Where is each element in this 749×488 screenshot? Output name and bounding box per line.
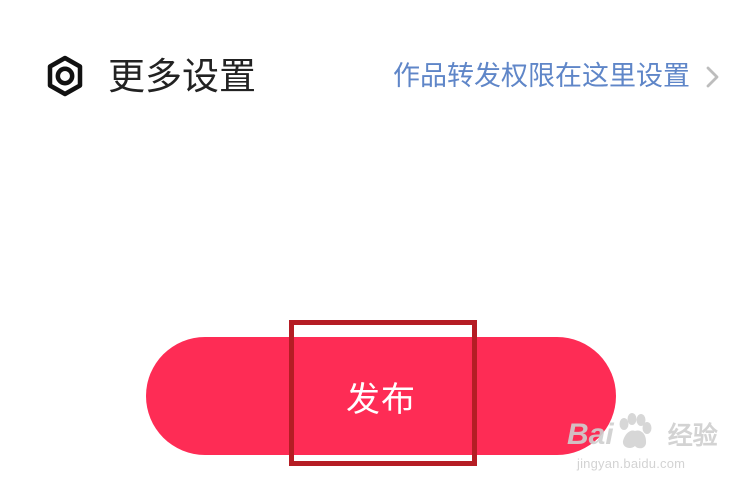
permissions-link[interactable]: 作品转发权限在这里设置 bbox=[393, 59, 721, 95]
gear-icon bbox=[47, 55, 83, 97]
watermark-url: jingyan.baidu.com bbox=[577, 456, 686, 471]
watermark-brand-text: Bai bbox=[567, 418, 614, 451]
baidu-jingyan-watermark: Bai 经验 jingyan.baidu.com bbox=[563, 408, 733, 476]
watermark-brand-cn: 经验 bbox=[667, 422, 718, 450]
settings-title: 更多设置 bbox=[108, 55, 256, 98]
publish-button[interactable]: 发布 bbox=[146, 337, 616, 455]
permissions-link-label: 作品转发权限在这里设置 bbox=[393, 61, 690, 92]
watermark-brand: Bai 经验 bbox=[567, 418, 718, 453]
publish-button-label: 发布 bbox=[346, 380, 416, 419]
more-settings-row[interactable]: 更多设置 作品转发权限在这里设置 bbox=[0, 40, 749, 112]
chevron-right-icon bbox=[706, 66, 719, 88]
